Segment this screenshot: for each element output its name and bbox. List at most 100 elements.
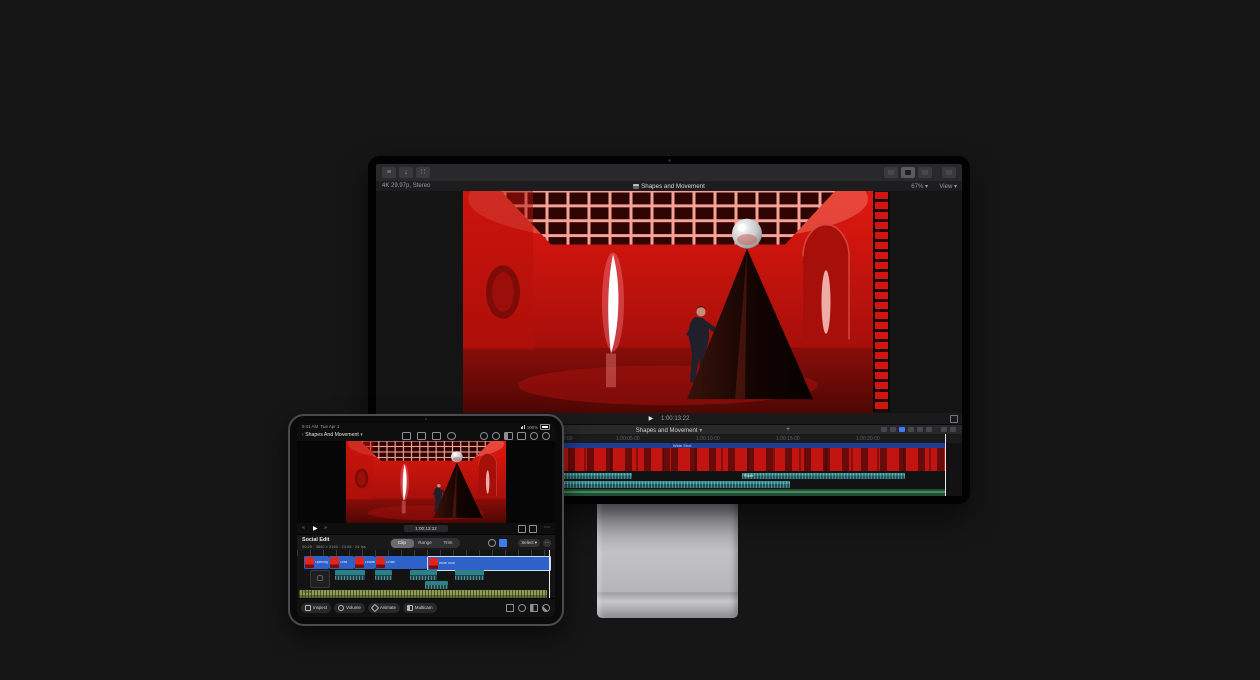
timer-icon[interactable]: [480, 432, 488, 440]
ipad-timeline-header: Social Edit 00:29 · 3840 × 2160 · 23.98 …: [297, 534, 555, 551]
video-clip-selected[interactable]: Wide Shot: [427, 556, 551, 571]
audio-clip[interactable]: Riser: [742, 473, 905, 479]
mode-trim[interactable]: Trim: [437, 539, 460, 548]
import-media-button[interactable]: ↓: [399, 167, 413, 178]
record-icon[interactable]: [492, 432, 500, 440]
play-button[interactable]: ▶: [313, 525, 318, 532]
media-placeholder-tile[interactable]: ▢: [310, 570, 330, 588]
mute-icon[interactable]: [530, 604, 538, 612]
clip-name: Leader: [365, 561, 375, 564]
ipad-device: 9:41 AM Tue Apr 1 100% ‹ Shapes And Move…: [288, 414, 564, 626]
filmstrip-column: [873, 192, 890, 412]
trim-tool-icon[interactable]: [908, 427, 914, 432]
select-tool-icon[interactable]: [899, 427, 905, 432]
clip-thumbnail: [330, 557, 339, 568]
clip-name: ♪ Score: [299, 590, 547, 594]
project-specs: 00:29 · 3840 × 2160 · 23.98 · 24 fps: [302, 544, 366, 549]
browser-toggle-button[interactable]: [884, 167, 898, 178]
delete-icon[interactable]: [506, 604, 514, 612]
close-icon[interactable]: [447, 432, 456, 440]
chevron-down-icon: ▾: [925, 184, 928, 190]
mode-clip[interactable]: Clip: [391, 539, 414, 548]
more-icon[interactable]: ⋯: [544, 524, 550, 531]
inspect-button[interactable]: Inspect: [301, 603, 331, 613]
duplicate-icon[interactable]: [417, 432, 426, 440]
index-button[interactable]: ≡: [382, 167, 396, 178]
more-icon[interactable]: ⋯: [543, 539, 551, 547]
voiceover-icon[interactable]: [518, 604, 526, 612]
solo-icon[interactable]: [950, 427, 956, 432]
audio-clip[interactable]: ♪ Riser Ambience: [335, 570, 365, 580]
mode-range[interactable]: Range: [414, 539, 437, 548]
music-clip[interactable]: ♪ Score: [299, 590, 547, 598]
share-button[interactable]: [942, 167, 956, 178]
menu-icon: ≡: [387, 169, 391, 176]
clip-name: Wide Shot: [671, 443, 946, 448]
skimming-icon[interactable]: [941, 427, 947, 432]
audio-clip[interactable]: ♪ Whir: [410, 570, 437, 580]
loop-icon[interactable]: [518, 525, 526, 533]
inspector-toggle-button[interactable]: [918, 167, 932, 178]
clip-thumbnail: [376, 557, 385, 568]
ipad-nav-bar: ‹ Shapes And Movement ▾: [297, 430, 555, 441]
clip-name: Orbit: [340, 561, 347, 564]
skip-forward-button[interactable]: »: [324, 525, 327, 531]
audio-clip[interactable]: ♪ Highlight: [455, 570, 484, 580]
ipad-timeline-tracks: Opening Orbit Leader Crush Wide Shot ▢ ♪…: [297, 556, 555, 598]
wifi-icon: [521, 425, 525, 429]
project-name: Social Edit: [302, 537, 330, 543]
jog-wheel-icon[interactable]: [488, 539, 496, 547]
video-clip[interactable]: Wide Shot: [671, 443, 946, 471]
audio-clip[interactable]: ♪ Finale: [425, 581, 448, 589]
split-view-icon[interactable]: [504, 432, 513, 440]
viewer-area: [376, 191, 962, 413]
display-icon[interactable]: [517, 432, 526, 440]
ipad-viewer: [297, 441, 555, 523]
snapping-icon[interactable]: [499, 539, 507, 547]
playhead[interactable]: [549, 550, 550, 598]
video-clip[interactable]: Leader: [354, 556, 375, 569]
effects-button[interactable]: ∷: [416, 167, 430, 178]
audio-meters-icon[interactable]: [917, 427, 923, 432]
video-clip[interactable]: Opening: [304, 556, 329, 569]
search-icon[interactable]: [530, 432, 538, 440]
viewer-info-row: 4K 29.97p, Stereo Shapes and Movement 67…: [376, 181, 962, 191]
playhead[interactable]: [945, 434, 946, 496]
export-icon[interactable]: [542, 604, 550, 612]
ipad-timecode: 1:00:13:22: [404, 525, 448, 533]
view-dropdown[interactable]: View ▾: [939, 183, 957, 190]
fullscreen-icon[interactable]: [950, 415, 958, 423]
viewer-project-title: Shapes and Movement: [376, 183, 962, 190]
settings-icon[interactable]: [542, 432, 550, 440]
ruler-label: 1:00:05:00: [616, 436, 640, 442]
play-button[interactable]: ▶: [649, 416, 654, 422]
index-tool-icon[interactable]: [881, 427, 887, 432]
animate-icon: [371, 604, 379, 612]
zoom-fit-icon[interactable]: [529, 525, 537, 533]
clip-thumbnail: [429, 558, 438, 569]
add-project-button[interactable]: +: [786, 426, 790, 433]
lock-icon[interactable]: [402, 432, 411, 440]
volume-button[interactable]: Volume: [334, 603, 365, 613]
select-dropdown[interactable]: Select ▾: [518, 539, 540, 547]
zoom-level-dropdown[interactable]: 67% ▾: [911, 183, 928, 190]
edit-mode-segmented-control: Clip Range Trim: [390, 538, 460, 548]
video-clip[interactable]: Orbit: [329, 556, 354, 569]
video-clip[interactable]: Crush: [375, 556, 427, 569]
camera-dot: [668, 159, 671, 162]
multicam-button[interactable]: Multicam: [403, 603, 437, 613]
snapping-icon[interactable]: [926, 427, 932, 432]
skip-back-button[interactable]: «: [302, 525, 305, 531]
chevron-down-icon: ▾: [360, 432, 363, 438]
back-project-dropdown[interactable]: ‹ Shapes And Movement ▾: [302, 432, 363, 438]
import-icon[interactable]: [432, 432, 441, 440]
ruler-label: 1:00:15:00: [776, 436, 800, 442]
clip-name: Riser: [742, 473, 905, 478]
viewer-toggle-button[interactable]: [901, 167, 915, 178]
ipad-viewer-video: [346, 441, 506, 523]
animate-button[interactable]: Animate: [368, 603, 400, 613]
ipad-screen: 9:41 AM Tue Apr 1 100% ‹ Shapes And Move…: [297, 423, 555, 617]
clip-name: Wide Shot: [439, 562, 455, 565]
tools-icon[interactable]: [890, 427, 896, 432]
audio-clip[interactable]: ♪ Riser: [375, 570, 392, 580]
